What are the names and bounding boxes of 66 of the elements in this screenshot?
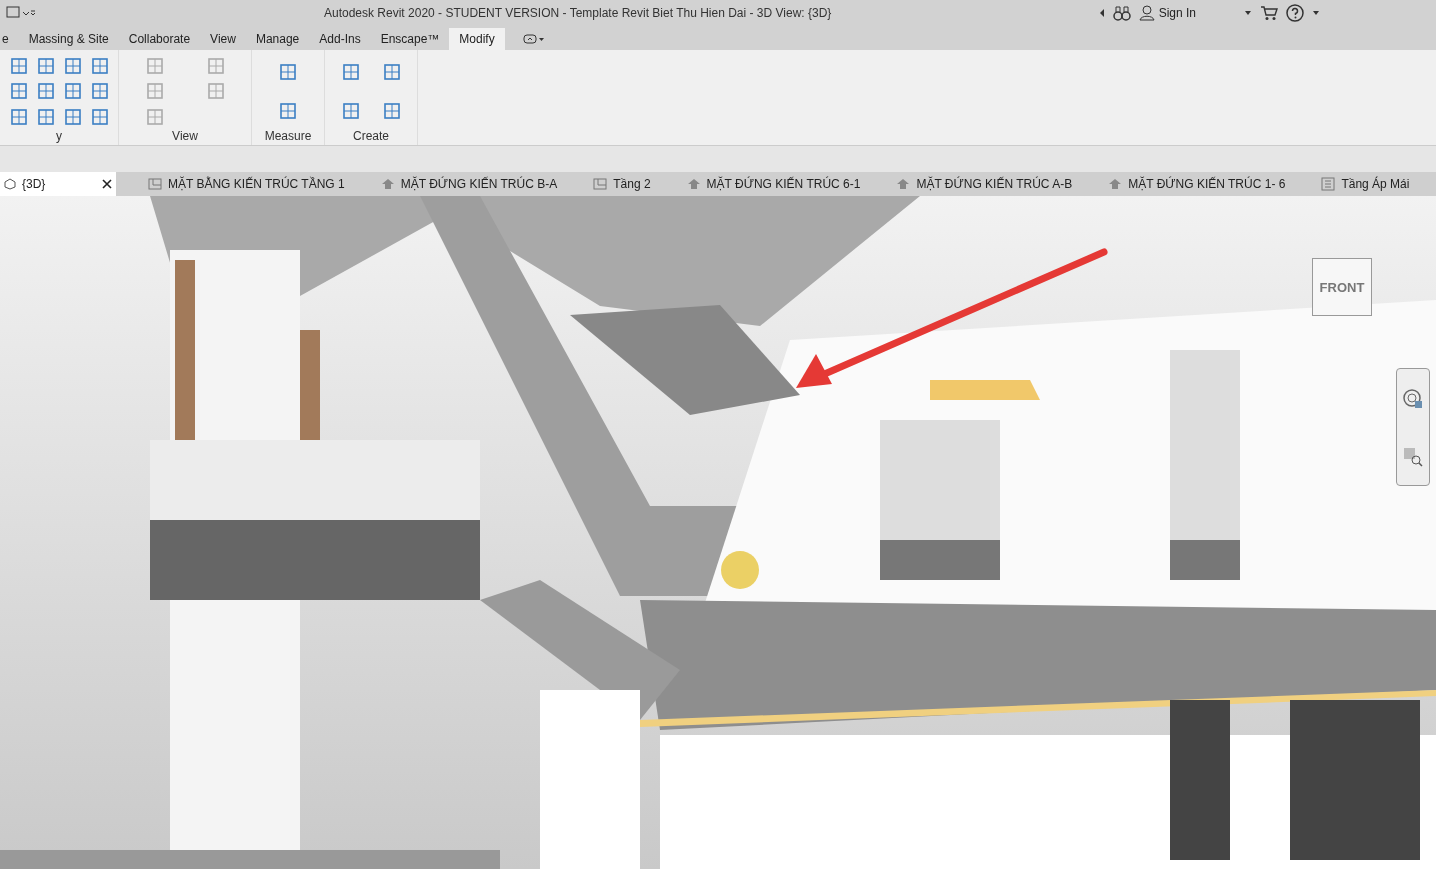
window-title: Autodesk Revit 2020 - STUDENT VERSION - Template Revit Biet Thu Hien Dai - 3D View: {3D} [324,6,832,20]
caret-icon[interactable] [1098,8,1105,18]
document-tab[interactable]: MẶT ĐỨNG KIẾN TRÚC A-B [892,172,1077,196]
create-tool-icon[interactable] [341,63,360,82]
sign-in-button[interactable]: Sign In [1138,5,1196,21]
caret-icon[interactable] [1312,10,1320,16]
panel-label: Measure [263,129,313,143]
view-tool-icon[interactable] [145,56,164,75]
panel-label: View [171,129,199,143]
document-tab[interactable]: MẶT ĐỨNG KIẾN TRÚC 6-1 [682,172,865,196]
ribbon-tab[interactable]: Massing & Site [18,28,119,50]
zoom-icon[interactable] [1403,446,1423,467]
floor-plan-icon [593,178,608,190]
document-tab[interactable]: MẶT ĐỨNG KIẾN TRÚC B-A [376,172,562,196]
create-tool-icon[interactable] [341,101,360,120]
help-icon[interactable] [1286,4,1304,22]
view-tool-icon[interactable] [206,82,225,101]
cursor-highlight [720,550,760,590]
steering-wheel-icon[interactable] [1402,387,1424,410]
document-tab[interactable]: Tầng 2 [589,172,655,196]
modify-tool-icon[interactable] [63,108,82,127]
modify-tool-icon[interactable] [90,108,109,127]
panel-label: y [55,129,63,143]
view-cube[interactable]: FRONT [1312,258,1372,316]
document-tab[interactable]: {3D} [0,172,116,196]
panel-label: Create [352,129,390,143]
measure-tool-icon[interactable] [279,63,297,82]
modify-tool-icon[interactable] [63,82,82,101]
user-icon [1138,5,1155,21]
floor-plan-icon [148,178,162,190]
create-tool-icon[interactable] [382,63,401,82]
measure-tool-icon[interactable] [279,101,297,120]
modify-tool-icon[interactable] [9,82,28,101]
house-icon [1108,178,1123,190]
view-tool-icon[interactable] [145,108,164,127]
ribbon-tab[interactable]: Modify [449,28,505,50]
caret-icon[interactable] [1244,10,1252,16]
modify-tool-icon[interactable] [90,56,109,75]
modify-tool-icon[interactable] [90,82,109,101]
ribbon-tab[interactable]: Enscape™ [370,28,450,50]
ribbon-tab[interactable]: e [0,28,19,50]
house-icon [896,178,911,190]
cube-icon [4,178,16,190]
sheet-icon [1321,177,1336,191]
view-tool-icon[interactable] [206,56,225,75]
modify-tool-icon[interactable] [36,108,55,127]
modify-tool-icon[interactable] [63,56,82,75]
modify-tool-icon[interactable] [36,82,55,101]
modify-tool-icon[interactable] [36,56,55,75]
document-tab[interactable]: MẶT BẰNG KIẾN TRÚC TẦNG 1 [144,172,349,196]
document-tab[interactable]: MẶT ĐỨNG KIẾN TRÚC 1- 6 [1104,172,1290,196]
ribbon-tab[interactable]: Collaborate [118,28,201,50]
house-icon [380,178,395,190]
quick-access-icon[interactable] [6,5,36,21]
modify-tool-icon[interactable] [9,56,28,75]
ribbon-tab[interactable]: View [200,28,246,50]
modify-tool-icon[interactable] [9,108,28,127]
ribbon-tab[interactable]: Manage [245,28,310,50]
ribbon-tab[interactable]: Add-Ins [309,28,371,50]
binoculars-icon[interactable] [1112,5,1131,21]
document-tab[interactable]: Tầng Áp Mái [1317,172,1414,196]
view-tool-icon[interactable] [145,82,164,101]
create-tool-icon[interactable] [382,101,401,120]
cube-face-label: FRONT [1319,279,1365,295]
cart-icon[interactable] [1260,5,1278,21]
house-icon [686,178,701,190]
